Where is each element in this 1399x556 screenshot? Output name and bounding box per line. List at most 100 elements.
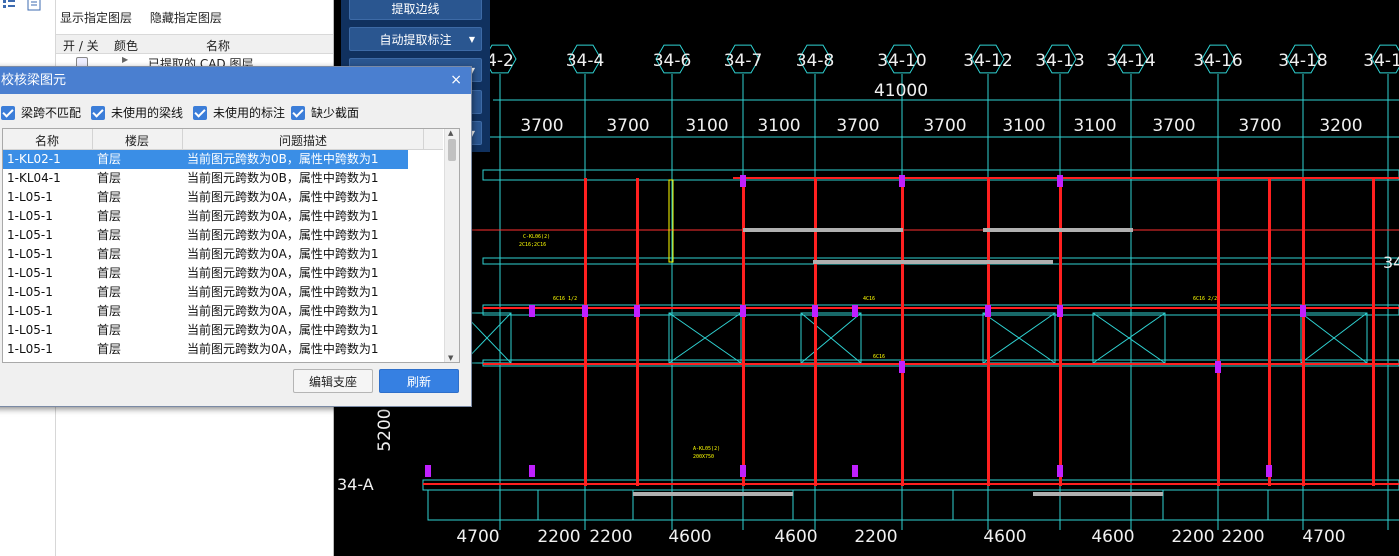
col-floor[interactable]: 楼层 [93, 132, 181, 149]
svg-text:2C16;2C16: 2C16;2C16 [519, 242, 546, 248]
cell-name: 1-L05-1 [7, 285, 53, 299]
bottom-dimension: 2200 [589, 527, 632, 547]
table-row[interactable]: 1-L05-1 首层 当前图元跨数为0A，属性中跨数为1 [3, 283, 443, 302]
svg-text:6C16: 6C16 [873, 354, 885, 360]
scroll-up-icon[interactable]: ▲ [448, 129, 453, 137]
bottom-dimension: 4700 [456, 527, 499, 547]
axis-label: 34-10 [877, 51, 926, 71]
checkbox-checked-icon[interactable] [1, 106, 15, 120]
hide-layer-link[interactable]: 隐藏指定图层 [150, 11, 222, 25]
bottom-dimension: 4600 [1091, 527, 1134, 547]
vertical-scrollbar[interactable]: ▲ ▼ [444, 129, 459, 362]
list-view-icon[interactable] [3, 0, 15, 8]
scroll-down-icon[interactable]: ▼ [448, 354, 453, 362]
left-dimension: 5200 [375, 408, 395, 451]
cell-floor: 首层 [97, 190, 122, 204]
auto-extract-labels-label: 自动提取标注 [379, 33, 452, 47]
dialog-title: 校核梁图元 [1, 73, 67, 88]
top-dimension: 3100 [685, 116, 728, 136]
cell-name: 1-L05-1 [7, 190, 53, 204]
total-dimension: 41000 [874, 81, 928, 101]
cad-drawing-canvas[interactable]: C-KL06(2) 2C16;2C16 6C16 1/2 A-KL05(2) 200X… [333, 0, 1399, 556]
panel-toolbar [0, 0, 55, 20]
cell-issue: 当前图元跨数为0A，属性中跨数为1 [187, 266, 379, 280]
close-icon[interactable]: × [450, 67, 462, 94]
cell-issue: 当前图元跨数为0A，属性中跨数为1 [187, 247, 379, 261]
right-axis-label: 34 [1383, 253, 1399, 272]
bottom-dimension: 2200 [1171, 527, 1214, 547]
bottom-dimension: 4600 [668, 527, 711, 547]
cell-name: 1-L05-1 [7, 228, 53, 242]
dialog-titlebar[interactable]: 校核梁图元 × [0, 67, 471, 94]
table-row[interactable]: 1-L05-1 首层 当前图元跨数为0A，属性中跨数为1 [3, 302, 443, 321]
col-color: 颜色 [114, 39, 139, 53]
filter-label: 未使用的梁线 [111, 106, 184, 120]
cell-name: 1-L05-1 [7, 323, 53, 337]
col-toggle: 开 / 关 [63, 39, 99, 53]
axis-label: 34-18 [1278, 51, 1327, 71]
cell-name: 1-L05-1 [7, 266, 53, 280]
table-row[interactable]: 1-KL04-1 首层 当前图元跨数为0B，属性中跨数为1 [3, 169, 443, 188]
table-row[interactable]: 1-L05-1 首层 当前图元跨数为0A，属性中跨数为1 [3, 207, 443, 226]
filter-missing-section[interactable]: 缺少截面 [291, 103, 359, 123]
table-row[interactable]: 1-L05-1 首层 当前图元跨数为0A，属性中跨数为1 [3, 340, 443, 359]
edit-support-button[interactable]: 编辑支座 [293, 369, 373, 393]
table-row[interactable]: 1-L05-1 首层 当前图元跨数为0A，属性中跨数为1 [3, 264, 443, 283]
cell-floor: 首层 [97, 304, 122, 318]
check-beam-dialog: 校核梁图元 × 梁跨不匹配 未使用的梁线 未使用的标注 缺少截面 名称 楼层 问… [0, 66, 472, 407]
checkbox-checked-icon[interactable] [291, 106, 305, 120]
col-issue[interactable]: 问题描述 [183, 132, 423, 149]
extract-edges-label: 提取边线 [391, 2, 440, 16]
layer-table-header: 开 / 关 颜色 名称 [56, 34, 333, 54]
col-layer-name: 名称 [206, 39, 231, 53]
issues-table: 名称 楼层 问题描述 1-KL02-1 首层 当前图元跨数为0B，属性中跨数为1 1-… [2, 128, 460, 363]
table-row[interactable]: 1-L05-1 首层 当前图元跨数为0A，属性中跨数为1 [3, 226, 443, 245]
table-body: 1-KL02-1 首层 当前图元跨数为0B，属性中跨数为1 1-KL04-1 首层 当前图… [3, 150, 443, 359]
checkbox-checked-icon[interactable] [91, 106, 105, 120]
top-dimension: 3700 [520, 116, 563, 136]
table-header: 名称 楼层 问题描述 [3, 129, 443, 150]
table-row[interactable]: 1-KL02-1 首层 当前图元跨数为0B，属性中跨数为1 [3, 150, 408, 169]
axis-label: 34-19 [1363, 51, 1399, 71]
axis-label: 34-14 [1106, 51, 1155, 71]
top-dimension: 3700 [923, 116, 966, 136]
filter-unused-beam-lines[interactable]: 未使用的梁线 [91, 103, 183, 123]
document-icon[interactable] [27, 0, 41, 11]
refresh-button[interactable]: 刷新 [379, 369, 459, 393]
dropdown-arrow-icon[interactable]: ▼ [469, 28, 475, 52]
top-dimension: 3700 [1152, 116, 1195, 136]
table-row[interactable]: 1-L05-1 首层 当前图元跨数为0A，属性中跨数为1 [3, 188, 443, 207]
cell-issue: 当前图元跨数为0B，属性中跨数为1 [187, 171, 379, 185]
filter-unused-labels[interactable]: 未使用的标注 [193, 103, 285, 123]
table-row[interactable]: 1-L05-1 首层 当前图元跨数为0A，属性中跨数为1 [3, 245, 443, 264]
col-name[interactable]: 名称 [3, 132, 91, 149]
bottom-dimension: 2200 [854, 527, 897, 547]
axis-label: 34-13 [1035, 51, 1084, 71]
row-axis-label: 34-A [337, 475, 374, 494]
cell-name: 1-L05-1 [7, 209, 53, 223]
cell-floor: 首层 [97, 228, 122, 242]
axis-label: 34-16 [1193, 51, 1242, 71]
cell-issue: 当前图元跨数为0A，属性中跨数为1 [187, 228, 379, 242]
filter-checkboxes: 梁跨不匹配 未使用的梁线 未使用的标注 缺少截面 [0, 103, 471, 123]
cell-issue: 当前图元跨数为0A，属性中跨数为1 [187, 190, 379, 204]
top-dimension: 3100 [1073, 116, 1116, 136]
checkbox-checked-icon[interactable] [193, 106, 207, 120]
extract-edges-button[interactable]: 提取边线 [349, 0, 482, 20]
cell-issue: 当前图元跨数为0A，属性中跨数为1 [187, 342, 379, 356]
table-row[interactable]: 1-L05-1 首层 当前图元跨数为0A，属性中跨数为1 [3, 321, 443, 340]
filter-span-mismatch[interactable]: 梁跨不匹配 [1, 103, 81, 123]
scroll-thumb[interactable] [448, 139, 456, 161]
cell-name: 1-L05-1 [7, 247, 53, 261]
cell-issue: 当前图元跨数为0B，属性中跨数为1 [187, 152, 379, 166]
show-layer-link[interactable]: 显示指定图层 [60, 11, 132, 25]
filter-label: 未使用的标注 [213, 106, 286, 120]
bottom-dimension: 4600 [983, 527, 1026, 547]
expand-icon[interactable]: ▶ [122, 55, 128, 64]
auto-extract-labels-button[interactable]: 自动提取标注 ▼ [349, 27, 482, 51]
cell-name: 1-KL02-1 [7, 152, 61, 166]
cell-name: 1-L05-1 [7, 342, 53, 356]
svg-text:6C16 1/2: 6C16 1/2 [553, 296, 577, 302]
bottom-dimension: 4700 [1302, 527, 1345, 547]
filter-label: 缺少截面 [311, 106, 360, 120]
